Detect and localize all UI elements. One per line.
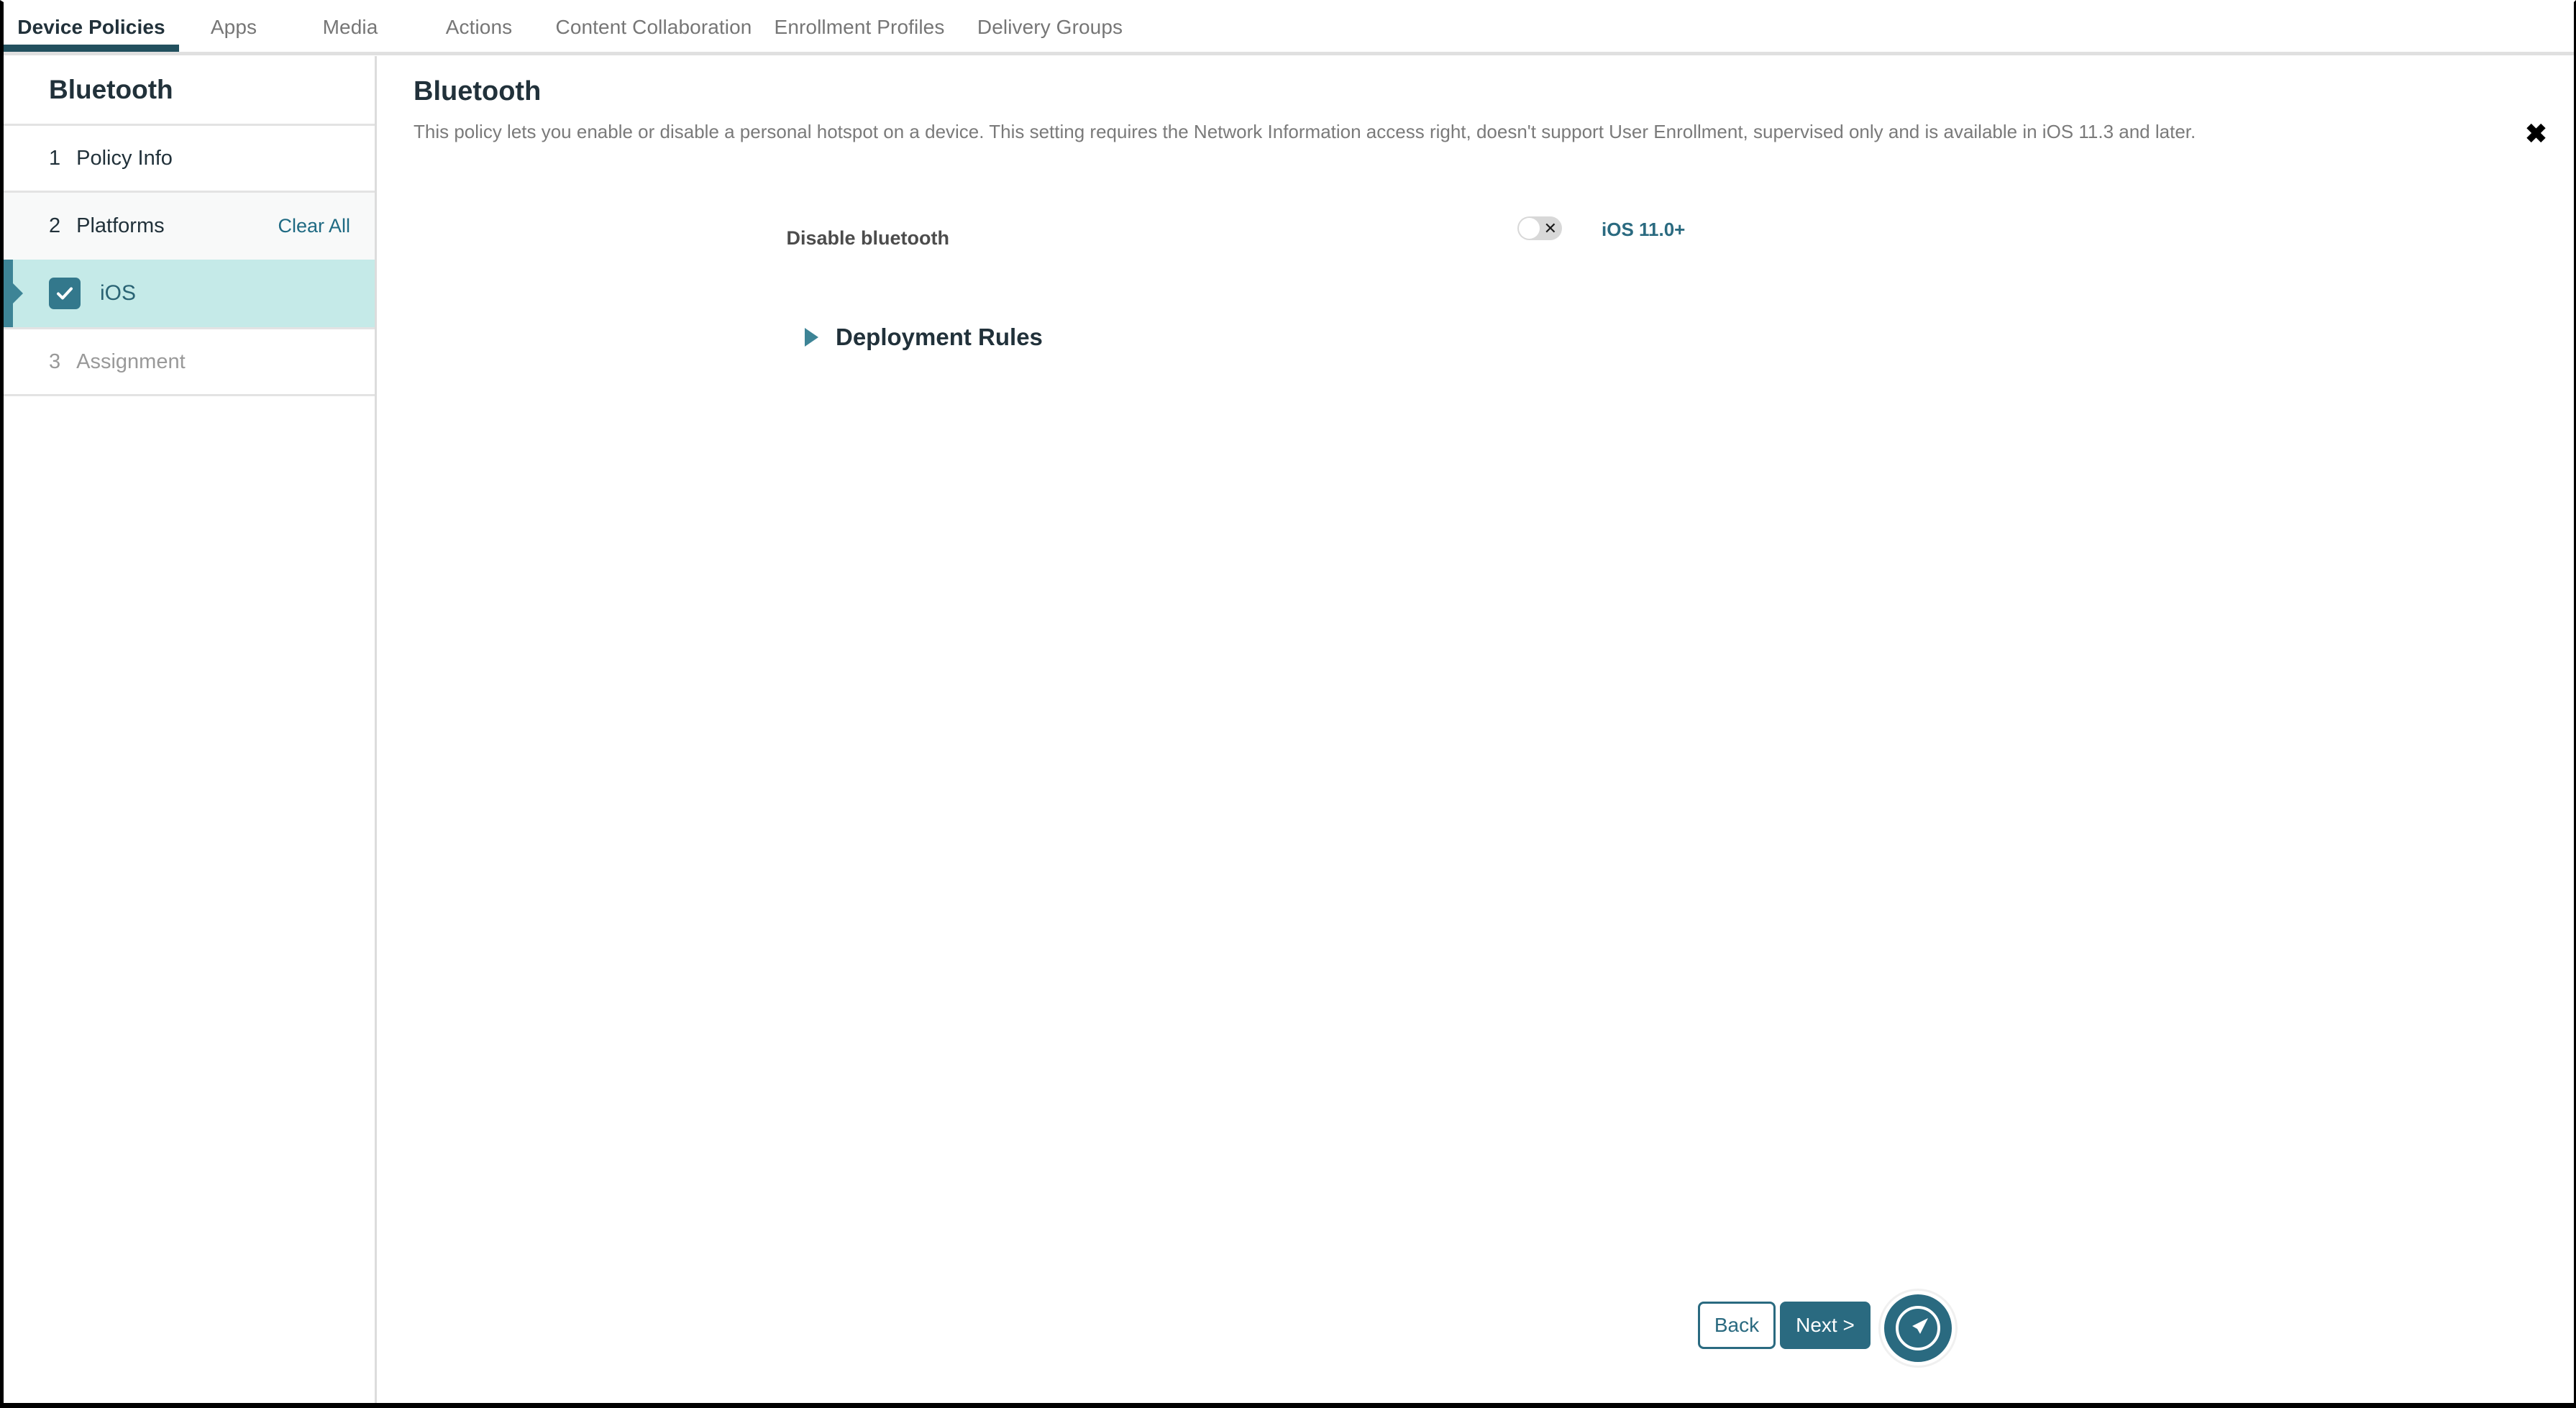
tab-label: Content Collaboration: [555, 15, 752, 38]
deployment-rules-section-header[interactable]: Deployment Rules: [805, 324, 1043, 351]
step-label: Assignment: [76, 349, 186, 373]
setting-label: Disable bluetooth: [786, 227, 949, 249]
platform-label-ios: iOS: [100, 281, 137, 305]
page-title: Bluetooth: [414, 76, 542, 106]
sidebar-step-policy-info[interactable]: 1 Policy Info: [4, 126, 375, 193]
footer-actions: Back Next >: [1698, 1291, 2574, 1403]
section-title: Deployment Rules: [836, 324, 1043, 350]
top-tab-bar: Device Policies Apps Media Actions Conte…: [4, 2, 2574, 56]
tab-actions[interactable]: Actions: [412, 2, 546, 52]
step-number: 2: [49, 214, 61, 237]
toggle-off-icon: ✕: [1543, 219, 1557, 237]
tab-label: Media: [322, 15, 378, 38]
tab-label: Actions: [445, 15, 513, 38]
step-label: Platforms: [76, 214, 165, 237]
sidebar-step-platforms[interactable]: 2 Platforms Clear All: [4, 193, 375, 260]
step-label: Policy Info: [76, 146, 173, 170]
step-number: 3: [49, 349, 61, 373]
step-number: 1: [49, 146, 61, 170]
toggle-knob: [1519, 218, 1540, 239]
app-window: Device Policies Apps Media Actions Conte…: [0, 0, 2576, 1408]
disable-bluetooth-toggle[interactable]: ✕: [1517, 216, 1562, 240]
back-button[interactable]: Back: [1698, 1302, 1776, 1349]
tab-media[interactable]: Media: [288, 2, 412, 52]
tab-label: Enrollment Profiles: [774, 15, 945, 38]
setting-row-disable-bluetooth: Disable bluetooth ✕ iOS 11.0+: [379, 216, 2574, 260]
tab-apps[interactable]: Apps: [179, 2, 288, 52]
platform-checkbox-ios[interactable]: [49, 278, 81, 309]
tab-list: Device Policies Apps Media Actions Conte…: [4, 2, 1143, 52]
feedback-fab-button[interactable]: [1881, 1291, 1955, 1366]
next-button[interactable]: Next >: [1780, 1302, 1871, 1349]
clear-all-button[interactable]: Clear All: [278, 215, 350, 237]
os-version-badge: iOS 11.0+: [1602, 219, 1686, 240]
tab-label: Device Policies: [17, 15, 165, 38]
selected-indicator-bar: [4, 260, 13, 327]
selected-indicator-arrow: [13, 283, 23, 303]
sidebar-platform-ios[interactable]: iOS: [4, 260, 375, 329]
close-icon[interactable]: ✖: [2518, 116, 2554, 152]
tab-device-policies[interactable]: Device Policies: [4, 2, 179, 52]
main-content-panel: Bluetooth This policy lets you enable or…: [379, 56, 2574, 1403]
page-description: This policy lets you enable or disable a…: [414, 121, 2196, 142]
tab-content-collaboration[interactable]: Content Collaboration: [546, 2, 762, 52]
sidebar-title: Bluetooth: [4, 56, 375, 126]
sidebar-step-assignment[interactable]: 3 Assignment: [4, 329, 375, 396]
tab-label: Apps: [210, 15, 257, 38]
active-tab-indicator: [4, 45, 179, 52]
tab-enrollment-profiles[interactable]: Enrollment Profiles: [762, 2, 957, 52]
chevron-right-icon: [805, 328, 818, 347]
tab-delivery-groups[interactable]: Delivery Groups: [957, 2, 1143, 52]
tab-label: Delivery Groups: [977, 15, 1123, 38]
wizard-sidebar: Bluetooth 1 Policy Info 2 Platforms Clea…: [4, 56, 377, 1403]
paper-plane-icon: [1896, 1306, 1940, 1350]
tab-bar-baseline: [4, 52, 2574, 55]
